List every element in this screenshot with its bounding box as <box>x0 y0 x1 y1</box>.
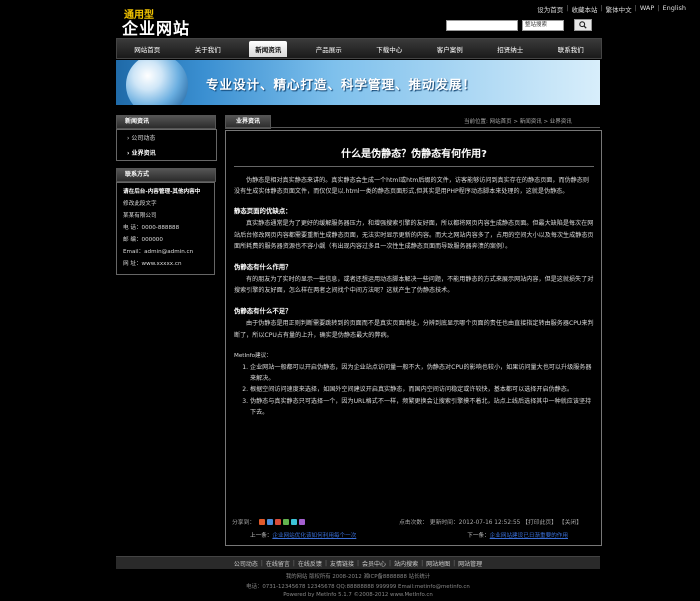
prev-article-link[interactable]: 企业网站优化该如何利用每个一次 <box>272 531 356 539</box>
banner: 专业设计、精心打造、科学管理、推动发展！ <box>116 60 600 105</box>
contact-postcode: 邮 编：000000 <box>123 237 163 243</box>
list-item: 伪静态与真实静态只可选择一个，因为URL格式不一样，频繁更换会让搜索引擎摸不着北… <box>250 396 594 418</box>
article-intro: 伪静态是相对真实静态来讲的。真实静态会生成一个html或htm后缀的文件，访客能… <box>234 177 589 196</box>
notes-list: 企业网站一般都可以开启伪静态，因为企业站点访问量一般不大，伪静态对CPU的影响也… <box>234 362 594 418</box>
nav-about[interactable]: 关于我们 <box>189 41 227 57</box>
share-icon[interactable] <box>267 518 274 525</box>
nav-products[interactable]: 产品展示 <box>310 41 348 57</box>
article-meta: 点击次数： 更新时间：2012-07-16 12:52:55 【打印此页】 【关… <box>398 520 582 526</box>
nav-downloads[interactable]: 下载中心 <box>370 41 408 57</box>
footer-copyright: 我的网站 版权所有 2008-2012 湘ICP备8888888 站长统计 <box>285 574 431 580</box>
article-panel: 什么是伪静态？伪静态有何作用? 伪静态是相对真实静态来讲的。真实静态会生成一个h… <box>225 130 602 546</box>
english-link[interactable]: English <box>663 4 686 14</box>
footer-link[interactable]: 在线反馈 <box>298 559 322 568</box>
sidebar-news-title: 新闻资讯 <box>116 115 216 129</box>
nav-jobs[interactable]: 招贤纳士 <box>491 41 529 57</box>
contact-company: 某某有限公司 <box>123 213 157 219</box>
sidebar-item-label: 业界资讯 <box>131 150 156 157</box>
share-icon[interactable] <box>299 518 306 525</box>
section-heading: 伪静态有什么作用？ <box>234 263 292 272</box>
footer-powered-by: Powered by MetInfo 5.1.7 ©2008-2012 www.… <box>283 592 433 598</box>
notes-heading: MetInfo建议： <box>234 352 272 359</box>
sidebar-item-company-news[interactable]: › 公司动态 <box>117 130 216 145</box>
search-bar: 整站搜索 <box>446 19 592 31</box>
wap-link[interactable]: WAP <box>640 4 654 14</box>
share-bar: 分享到： 点击次数： 更新时间：2012-07-16 12:52:55 【打印此… <box>232 517 582 526</box>
search-scope-select[interactable]: 整站搜索 <box>522 19 564 31</box>
section-body: 真实静态通常是为了更好的缓解服务器压力，和增强搜索引擎的友好面，所以都将网页内容… <box>234 220 594 250</box>
nav-cases[interactable]: 客户案例 <box>431 41 469 57</box>
share-icons <box>259 518 306 525</box>
contact-phone: 电 话：0000-888888 <box>123 225 180 231</box>
contact-box: 请在后台-内容管理-其他内容中 修改此段文字 某某有限公司 电 话：0000-8… <box>116 182 215 275</box>
share-icon[interactable] <box>291 518 298 525</box>
globe-image <box>126 60 188 105</box>
set-homepage-link[interactable]: 设为首页 <box>537 4 563 14</box>
search-icon <box>579 21 587 29</box>
contact-line: 请在后台-内容管理-其他内容中 <box>123 189 201 195</box>
main-tab-divider <box>225 127 600 128</box>
prev-label: 上一条： <box>250 533 273 539</box>
share-icon[interactable] <box>283 518 290 525</box>
section-heading: 伪静态有什么不足？ <box>234 307 292 316</box>
footer-link[interactable]: 网站管理 <box>458 559 482 568</box>
site-logo[interactable]: 企业网站 <box>122 15 190 39</box>
footer-contact: 电话：0731-12345678 12345678 QQ:88888888 99… <box>246 584 470 590</box>
sidebar-item-industry-news[interactable]: › 业界资讯 <box>117 145 216 160</box>
section-body: 有的朋友为了实时的显示一些信息，或者还想运用动态脚本解决一些问题，不能用静态的方… <box>234 276 594 295</box>
search-input[interactable] <box>446 19 518 31</box>
next-label: 下一条： <box>467 533 490 539</box>
footer-link[interactable]: 公司动态 <box>234 559 258 568</box>
contact-line: 修改此段文字 <box>123 201 157 207</box>
main-nav: 网站首页 关于我们 新闻资讯 产品展示 下载中心 客户案例 招贤纳士 联系我们 <box>116 38 602 59</box>
nav-home[interactable]: 网站首页 <box>128 41 166 57</box>
title-divider <box>234 166 594 167</box>
breadcrumb: 当前位置: 网站首页 > 新闻资讯 > 业界资讯 <box>464 119 572 125</box>
footer-link[interactable]: 友情链接 <box>330 559 354 568</box>
sidebar-contact-title: 联系方式 <box>116 168 216 182</box>
sidebar-news-list: › 公司动态 › 业界资讯 <box>116 129 217 161</box>
share-icon[interactable] <box>275 518 282 525</box>
section-heading: 静态页面的优缺点： <box>234 207 292 216</box>
contact-website: 网 址：www.xxxxx.cn <box>123 261 182 267</box>
share-icon[interactable] <box>259 518 266 525</box>
traditional-chinese-link[interactable]: 繁体中文 <box>606 4 632 14</box>
banner-slogan: 专业设计、精心打造、科学管理、推动发展！ <box>206 77 477 92</box>
nav-news[interactable]: 新闻资讯 <box>249 40 288 57</box>
next-article-link[interactable]: 企业网站建设已日渐重要的作用 <box>490 531 568 539</box>
footer-link[interactable]: 在线留言 <box>266 559 290 568</box>
top-links: 设为首页 | 收藏本站 | 繁体中文 | WAP | English <box>537 4 686 14</box>
share-label: 分享到： <box>232 520 256 526</box>
section-body: 由于伪静态是用正则判断需要跳转到的页面而不是真实页面地址，分辨到底显示哪个页面的… <box>234 320 594 339</box>
prev-next-nav: 上一条： 企业网站优化该如何利用每个一次 下一条： 企业网站建设已日渐重要的作用 <box>232 531 582 539</box>
article-title: 什么是伪静态？伪静态有何作用? <box>341 149 487 160</box>
footer-link[interactable]: 会员中心 <box>362 559 386 568</box>
list-item: 企业网站一般都可以开启伪静态，因为企业站点访问量一般不大，伪静态对CPU的影响也… <box>250 362 594 384</box>
footer-link[interactable]: 站内搜索 <box>394 559 418 568</box>
footer-link[interactable]: 网站地图 <box>426 559 450 568</box>
list-item: 根据空间访问速度来选择，如国外空间建议开启真实静态，而国内空间访问稳定或许较快，… <box>250 384 594 395</box>
footer-nav: 公司动态 | 在线留言 | 在线反馈 | 友情链接 | 会员中心 | 站内搜索 | 网站地图… <box>116 556 600 569</box>
search-button[interactable] <box>574 19 592 31</box>
sidebar-item-label: 公司动态 <box>131 135 156 142</box>
bookmark-link[interactable]: 收藏本站 <box>571 4 597 14</box>
contact-email: Email：admin@admin.cn <box>123 249 194 255</box>
nav-contact[interactable]: 联系我们 <box>552 41 590 57</box>
